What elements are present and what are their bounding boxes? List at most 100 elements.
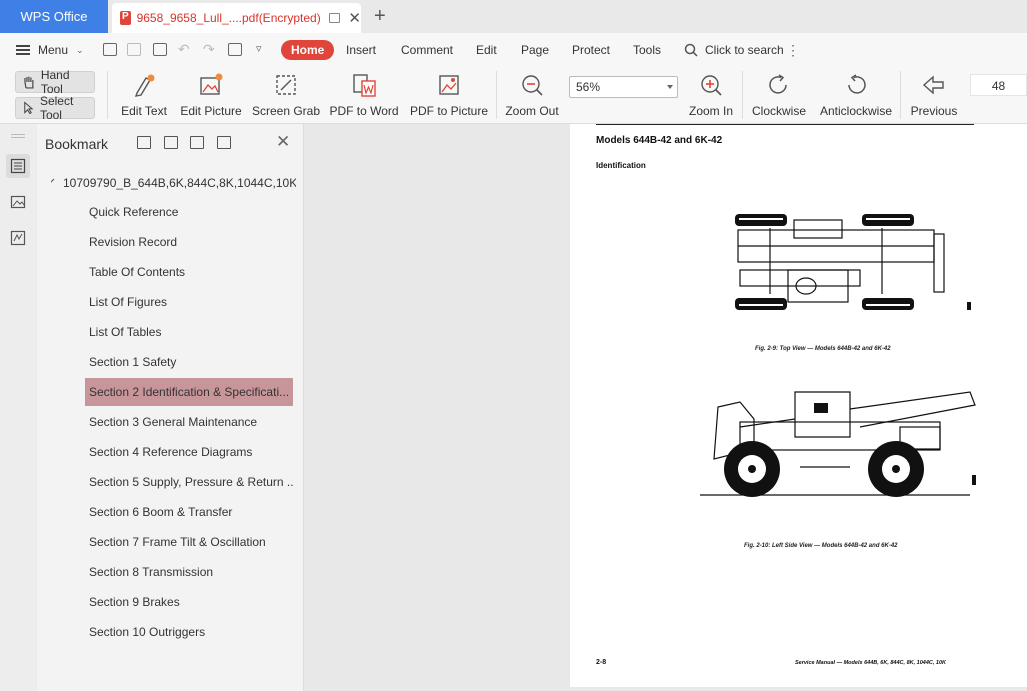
bookmark-item[interactable]: List Of Figures: [85, 288, 293, 316]
pdf-to-word-label: PDF to Word: [329, 104, 399, 118]
bookmark-item-label: Section 8 Transmission: [89, 565, 214, 579]
page-heading: Models 644B-42 and 6K-42: [596, 135, 723, 146]
toolbar-divider: [900, 71, 901, 119]
zoom-in-button[interactable]: Zoom In: [688, 67, 734, 124]
select-tool-label: Select Tool: [39, 94, 74, 122]
search-box[interactable]: Click to search: [684, 33, 784, 67]
search-icon: [684, 43, 698, 57]
tab-home[interactable]: Home: [281, 40, 335, 60]
page-subheading: Identification: [596, 161, 646, 170]
bookmark-item[interactable]: Quick Reference: [85, 198, 293, 226]
document-tab[interactable]: 9658_9658_Lull_....pdf(Encrypted) ✕: [112, 3, 361, 33]
close-tab-icon[interactable]: ✕: [348, 9, 361, 27]
thumbnail-panel-toggle[interactable]: [6, 190, 30, 214]
screen-grab-button[interactable]: Screen Grab: [252, 67, 320, 124]
chevron-down-icon: [51, 178, 55, 184]
edit-text-label: Edit Text: [121, 104, 167, 118]
zoom-level-value: 56%: [576, 80, 601, 94]
edit-picture-button[interactable]: Edit Picture: [180, 67, 242, 124]
bookmark-item[interactable]: Section 4 Reference Diagrams: [85, 438, 293, 466]
redo-icon[interactable]: ↷: [203, 41, 215, 58]
hamburger-icon: [16, 45, 30, 55]
bookmark-item[interactable]: List Of Tables: [85, 318, 293, 346]
pdf-to-word-icon: [353, 74, 376, 97]
bookmark-item-label: Section 1 Safety: [89, 355, 177, 369]
previous-arrow-icon: [922, 75, 944, 95]
hand-tool-label: Hand Tool: [40, 68, 70, 96]
bookmark-options-icon[interactable]: [217, 136, 231, 149]
menu-label: Menu: [38, 43, 69, 57]
hand-tool-button[interactable]: Hand Tool: [15, 68, 95, 96]
bookmark-item[interactable]: Section 7 Frame Tilt & Oscillation: [85, 528, 293, 556]
bookmark-item-label: Section 4 Reference Diagrams: [89, 445, 253, 459]
toolbar-divider: [742, 71, 743, 119]
pdf-to-picture-button[interactable]: PDF to Picture: [410, 67, 488, 124]
tab-insert[interactable]: Insert: [346, 33, 376, 67]
rotate-clockwise-button[interactable]: Clockwise: [752, 67, 806, 124]
bookmark-item-label: Revision Record: [89, 235, 178, 249]
bookmark-item-label: Section 10 Outriggers: [89, 625, 206, 639]
bookmark-item[interactable]: Section 10 Outriggers: [85, 618, 293, 646]
page-footer-title: Service Manual — Models 644B, 6K, 844C, …: [795, 660, 947, 666]
export-icon[interactable]: [228, 43, 242, 56]
bookmark-item-label: Section 2 Identification & Specificati..…: [89, 385, 290, 399]
edit-text-icon: [134, 74, 155, 97]
open-folder-icon[interactable]: [103, 43, 117, 56]
bookmark-root[interactable]: 10709790_B_644B,6K,844C,8K,1044C,10K_...: [51, 176, 296, 190]
quick-access-dropdown-icon[interactable]: ▿: [256, 42, 262, 55]
zoom-out-button[interactable]: Zoom Out: [504, 67, 560, 124]
tab-home-label: Home: [291, 43, 325, 57]
tab-edit[interactable]: Edit: [476, 33, 497, 67]
tab-protect-label: Protect: [572, 43, 611, 57]
bookmark-item[interactable]: Section 5 Supply, Pressure & Return ...: [85, 468, 293, 496]
edit-text-button[interactable]: Edit Text: [121, 67, 167, 124]
top-view-figure: [735, 214, 971, 310]
bookmark-item[interactable]: Revision Record: [85, 228, 293, 256]
rotate-anticlockwise-icon: [848, 74, 866, 94]
edit-picture-icon: [200, 73, 223, 95]
tab-protect[interactable]: Protect: [572, 33, 610, 67]
close-panel-icon[interactable]: ✕: [276, 132, 290, 152]
bookmark-item-selected[interactable]: Section 2 Identification & Specificati..…: [85, 378, 293, 406]
annotation-panel-toggle[interactable]: [6, 226, 30, 250]
pdf-to-word-button[interactable]: PDF to Word: [329, 67, 399, 124]
menu-button[interactable]: Menu ⌄: [16, 33, 84, 67]
tab-comment[interactable]: Comment: [401, 33, 453, 67]
print-icon[interactable]: [153, 43, 167, 56]
bookmark-item[interactable]: Section 9 Brakes: [85, 588, 293, 616]
edit-picture-label: Edit Picture: [180, 104, 242, 118]
bookmark-item[interactable]: Table Of Contents: [85, 258, 293, 286]
screen-grab-icon: [276, 75, 296, 95]
undo-icon[interactable]: ↶: [178, 41, 190, 58]
new-tab-icon[interactable]: +: [374, 5, 386, 28]
monitor-icon[interactable]: [328, 13, 341, 23]
zoom-out-icon: [522, 75, 543, 96]
tab-tools[interactable]: Tools: [633, 33, 661, 67]
bookmark-item-label: List Of Figures: [89, 295, 168, 309]
bookmark-item[interactable]: Section 1 Safety: [85, 348, 293, 376]
bookmark-root-label: 10709790_B_644B,6K,844C,8K,1044C,10K_...: [63, 176, 296, 190]
document-viewport[interactable]: Models 644B-42 and 6K-42 Identification: [304, 124, 1027, 691]
rotate-anticlockwise-button[interactable]: Anticlockwise: [820, 67, 892, 124]
zoom-level-select[interactable]: 56%: [569, 76, 678, 98]
bookmark-item-label: Section 9 Brakes: [89, 595, 180, 609]
bookmark-panel-toggle[interactable]: [6, 154, 30, 178]
page-number-input[interactable]: 48: [970, 74, 1027, 96]
side-view-figure: [700, 391, 976, 497]
expand-bookmarks-icon[interactable]: [190, 136, 204, 149]
tab-insert-label: Insert: [346, 43, 377, 57]
wps-office-tab[interactable]: WPS Office: [0, 0, 108, 33]
save-icon[interactable]: [127, 43, 141, 56]
bookmark-item[interactable]: Section 6 Boom & Transfer: [85, 498, 293, 526]
select-tool-button[interactable]: Select Tool: [15, 94, 95, 122]
bookmark-item[interactable]: Section 8 Transmission: [85, 558, 293, 586]
previous-page-button[interactable]: Previous: [910, 67, 958, 124]
bookmark-item-label: Section 7 Frame Tilt & Oscillation: [89, 535, 266, 549]
rail-grip: [11, 134, 25, 135]
previous-label: Previous: [910, 104, 958, 118]
add-bookmark-icon[interactable]: [137, 136, 151, 149]
collapse-bookmarks-icon[interactable]: [164, 136, 178, 149]
bookmark-item[interactable]: Section 3 General Maintenance: [85, 408, 293, 436]
tab-page[interactable]: Page: [521, 33, 549, 67]
more-options-icon[interactable]: ⋮: [786, 42, 800, 59]
